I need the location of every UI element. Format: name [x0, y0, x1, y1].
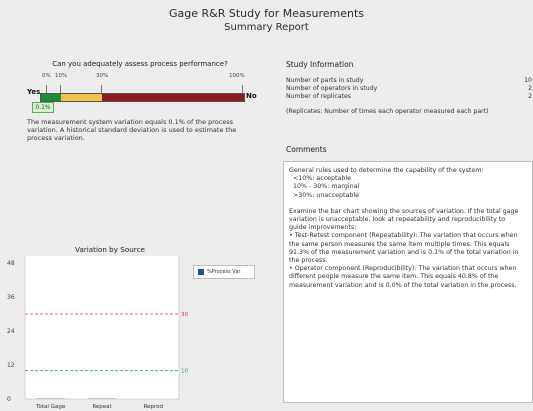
y-tick-label: 36 — [7, 294, 15, 301]
comments-bullet: • Operator component (Reproducibility): … — [289, 265, 517, 289]
gauge-no-label: No — [246, 92, 257, 100]
gauge-tick-mark-10 — [60, 85, 61, 93]
gauge-tick-mark-0 — [46, 85, 47, 93]
gauge-tick-mark-100 — [242, 85, 243, 93]
x-tick-label: Reprod — [144, 404, 163, 410]
comments-rules-intro: General rules used to determine the capa… — [289, 167, 484, 174]
study-info-title: Study Information — [286, 60, 354, 69]
comments-panel: General rules used to determine the capa… — [283, 161, 533, 403]
chart-title: Variation by Source — [75, 245, 145, 254]
gauge-segment-marginal — [61, 94, 102, 101]
comments-rule: <10%: acceptable — [293, 175, 351, 183]
study-info-value: 2 — [528, 93, 532, 100]
legend-swatch-icon — [198, 268, 204, 275]
study-info-value: 10 — [524, 77, 532, 84]
gauge-segment-unacceptable — [102, 94, 244, 101]
report-subtitle: Summary Report — [224, 22, 309, 33]
gauge-yes-label: Yes — [27, 88, 41, 96]
x-tick-label: Total Gage — [35, 404, 66, 410]
study-info-table: Number of parts in study 10 Number of op… — [286, 77, 532, 101]
assessment-question: Can you adequately assess process perfor… — [52, 60, 228, 68]
gauge-tick-0: 0% — [42, 73, 51, 79]
report-title: Gage R&R Study for Measurements — [169, 7, 364, 20]
study-info-row: Number of replicates 2 — [286, 93, 532, 101]
study-info-label: Number of parts in study — [286, 77, 364, 84]
gauge-tick-mark-30 — [101, 85, 102, 93]
gauge-tick-labels: 0% 10% 30% 100% — [0, 73, 300, 81]
chart-legend: %Process Var — [193, 265, 255, 279]
assessment-description: The measurement system variation equals … — [27, 118, 237, 142]
x-tick-label: Repeat — [92, 404, 112, 410]
reference-line-label: 30 — [181, 312, 188, 318]
gauge-tick-30: 30% — [96, 73, 109, 79]
study-info-row: Number of parts in study 10 — [286, 77, 532, 85]
study-info-row: Number of operators in study 2 — [286, 85, 532, 93]
comments-bullet: • Test-Retest component (Repeatability):… — [289, 232, 519, 265]
comments-text: General rules used to determine the capa… — [289, 167, 521, 290]
comments-rule: >30%: unacceptable — [293, 191, 359, 199]
capability-gauge — [40, 93, 245, 102]
study-info-value: 2 — [528, 85, 532, 92]
gauge-tick-10: 10% — [55, 73, 68, 79]
report-header: Gage R&R Study for Measurements Summary … — [120, 7, 413, 34]
study-info-label: Number of replicates — [286, 93, 351, 100]
gauge-value-marker: 0.1% — [32, 102, 54, 113]
reference-line-label: 10 — [181, 369, 188, 375]
legend-label: %Process Var — [207, 269, 241, 275]
study-info-label: Number of operators in study — [286, 85, 378, 92]
y-tick-label: 12 — [7, 362, 15, 369]
comments-rule: 10% - 30%: marginal — [293, 183, 360, 191]
comments-examine: Examine the bar chart showing the source… — [289, 207, 519, 232]
comments-title: Comments — [286, 145, 327, 154]
gauge-tick-100: 100% — [229, 73, 245, 79]
y-tick-label: 24 — [7, 328, 15, 335]
y-tick-label: 0 — [7, 396, 11, 403]
y-tick-label: 48 — [7, 260, 15, 267]
plot-area — [24, 255, 180, 400]
study-info-note: (Replicates: Number of times each operat… — [286, 108, 489, 115]
gauge-segment-acceptable — [41, 94, 61, 101]
